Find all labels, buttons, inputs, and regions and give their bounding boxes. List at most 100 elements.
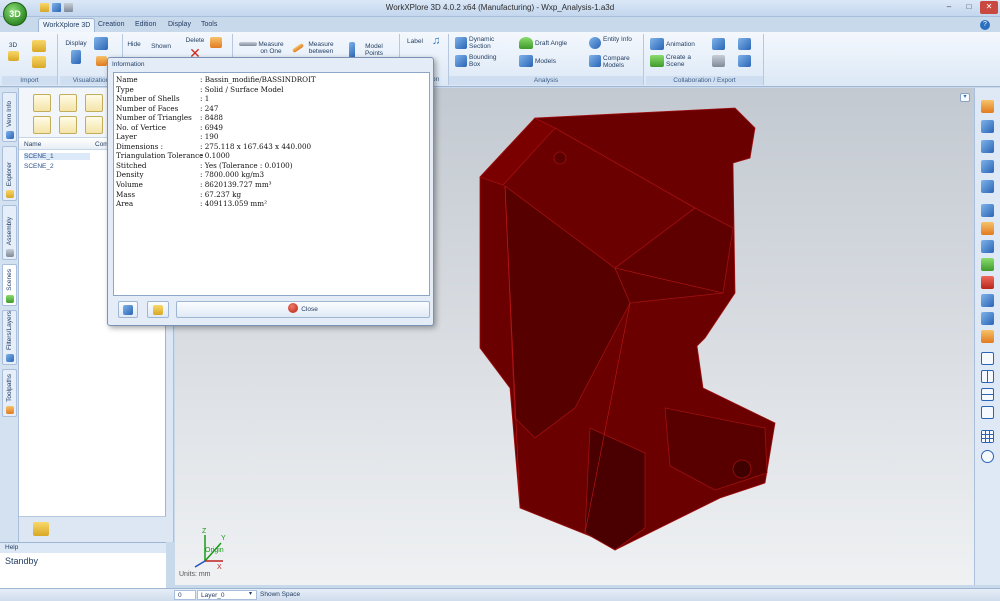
new-scene-button[interactable]: [33, 94, 51, 112]
hide-button[interactable]: Hide: [125, 41, 143, 48]
import-folder-icon[interactable]: [32, 56, 46, 68]
view-top-icon[interactable]: [981, 258, 994, 271]
tab-workxplore[interactable]: WorkXplore 3D: [38, 18, 96, 32]
zoom-fit-icon[interactable]: [981, 180, 994, 193]
view-back-icon[interactable]: [981, 240, 994, 253]
info-value: : Yes (Tolerance : 0.0100): [200, 160, 293, 170]
side-tab-filters-layers-label: Filters/Layers: [6, 310, 13, 350]
tab-creation[interactable]: Creation: [94, 18, 128, 32]
grid-icon[interactable]: [981, 430, 994, 443]
view-left-icon[interactable]: [981, 294, 994, 307]
label-button[interactable]: Label: [404, 38, 426, 45]
measure-between-button[interactable]: Measure between: [305, 41, 337, 55]
scene-row-1[interactable]: SCENE_1: [24, 153, 90, 160]
shown-space-label[interactable]: Shown Space: [260, 590, 300, 600]
edit-scene-button[interactable]: [59, 94, 77, 112]
split-horizontal-icon[interactable]: [981, 388, 994, 401]
side-tab-filters-layers[interactable]: Filters/Layers: [2, 310, 17, 365]
view-right-icon[interactable]: [981, 312, 994, 325]
side-tab-scenes[interactable]: Scenes: [2, 264, 17, 306]
info-key: Number of Faces: [116, 103, 179, 113]
model-points-button[interactable]: Model Points: [359, 43, 389, 57]
scene-export-button[interactable]: [85, 116, 103, 134]
import-3d-button[interactable]: 3D: [7, 42, 19, 63]
display-button[interactable]: Display: [63, 40, 89, 66]
zoom-in-icon[interactable]: [981, 140, 994, 153]
save-info-button[interactable]: [118, 301, 138, 318]
zoom-icon[interactable]: [981, 120, 994, 133]
column-name[interactable]: Name: [24, 141, 41, 148]
animation-button[interactable]: Animation: [666, 41, 702, 48]
layer-dropdown-icon[interactable]: ▾: [249, 590, 252, 597]
annotation-icon[interactable]: ♫: [432, 35, 440, 47]
side-tab-assembly[interactable]: Assembly: [2, 205, 17, 260]
zoom-out-icon[interactable]: [981, 160, 994, 173]
open-folder-icon[interactable]: [32, 40, 46, 52]
tab-display[interactable]: Display: [164, 18, 195, 32]
help-icon[interactable]: ?: [980, 20, 990, 30]
export-file-icon[interactable]: [738, 38, 751, 50]
scene-folder-icon[interactable]: [33, 522, 49, 536]
display-icon: [71, 50, 81, 64]
help-panel: Help Standby: [0, 542, 166, 588]
info-row: Dimensions :: 275.118 x 167.643 x 440.00…: [116, 142, 427, 152]
info-value: : 67.237 kg: [200, 189, 242, 199]
models-icon: [519, 55, 533, 67]
maximize-button[interactable]: □: [960, 1, 978, 14]
side-tab-assembly-label: Assembly: [6, 216, 13, 245]
scene-settings-button[interactable]: [59, 116, 77, 134]
view-custom-icon[interactable]: [981, 330, 994, 343]
models-button[interactable]: Models: [535, 58, 565, 65]
draft-angle-label: Draft Angle: [535, 40, 568, 47]
paint-icon[interactable]: [96, 56, 107, 66]
measure-on-one-button[interactable]: Measure on One: [257, 41, 285, 55]
update-scene-button[interactable]: [33, 116, 51, 134]
shown-button[interactable]: Shown: [148, 43, 174, 50]
side-tab-explorer[interactable]: Explorer: [2, 146, 17, 201]
single-view-icon[interactable]: [981, 352, 994, 365]
quad-view-icon[interactable]: [981, 406, 994, 419]
pencil-icon: [291, 42, 305, 54]
import-3d-label: 3D: [8, 42, 18, 49]
compare-models-button[interactable]: Compare Models: [603, 55, 637, 69]
edit-icon[interactable]: [210, 37, 222, 48]
viewport-options-button[interactable]: ▾: [960, 93, 970, 102]
copy-info-button[interactable]: [147, 301, 169, 318]
info-icon: [6, 131, 14, 139]
create-scene-button[interactable]: Create a Scene: [666, 54, 696, 68]
view-bottom-icon[interactable]: [981, 276, 994, 289]
status-field-number[interactable]: 0: [174, 590, 196, 600]
tab-tools[interactable]: Tools: [197, 18, 221, 32]
side-tab-vero-info[interactable]: Vero Info: [2, 92, 17, 142]
export-image-icon[interactable]: [712, 38, 725, 50]
close-circle-icon: [288, 303, 299, 314]
split-vertical-icon[interactable]: [981, 370, 994, 383]
scene-row-2[interactable]: SCENE_2: [24, 163, 54, 170]
view-cube-icon[interactable]: [94, 37, 108, 50]
window-close-button[interactable]: ✕: [980, 1, 998, 14]
view-iso-icon[interactable]: [981, 204, 994, 217]
tab-edition[interactable]: Edition: [131, 18, 160, 32]
entity-info-button[interactable]: Entity Info: [603, 36, 633, 43]
app-logo[interactable]: 3D: [3, 2, 27, 26]
info-value: : 190: [200, 132, 219, 142]
import-3d-icon: [7, 51, 19, 61]
layer-select[interactable]: Layer_0: [197, 590, 257, 600]
rotate-icon[interactable]: [981, 100, 994, 113]
side-tab-toolpaths[interactable]: Toolpaths: [2, 369, 17, 417]
draft-angle-button[interactable]: Draft Angle: [535, 40, 575, 47]
snap-icon[interactable]: [981, 450, 994, 463]
share-icon[interactable]: [712, 55, 725, 67]
part-top-hole: [553, 151, 567, 165]
info-row: No. of Vertice: 6949: [116, 123, 427, 133]
view-front-icon[interactable]: [981, 222, 994, 235]
bounding-box-button[interactable]: Bounding Box: [469, 54, 501, 68]
info-text-area[interactable]: Name: Bassin_modifie/BASSINDROIT Type: So…: [113, 72, 430, 296]
minimize-button[interactable]: –: [940, 1, 958, 14]
publish-icon[interactable]: [738, 55, 751, 67]
scene-label-button[interactable]: [85, 94, 103, 112]
side-tab-explorer-label: Explorer: [6, 161, 13, 186]
group-import-label: Import: [2, 76, 57, 85]
dynamic-section-button[interactable]: Dynamic Section: [469, 36, 501, 50]
dialog-close-button[interactable]: Close: [176, 301, 430, 318]
